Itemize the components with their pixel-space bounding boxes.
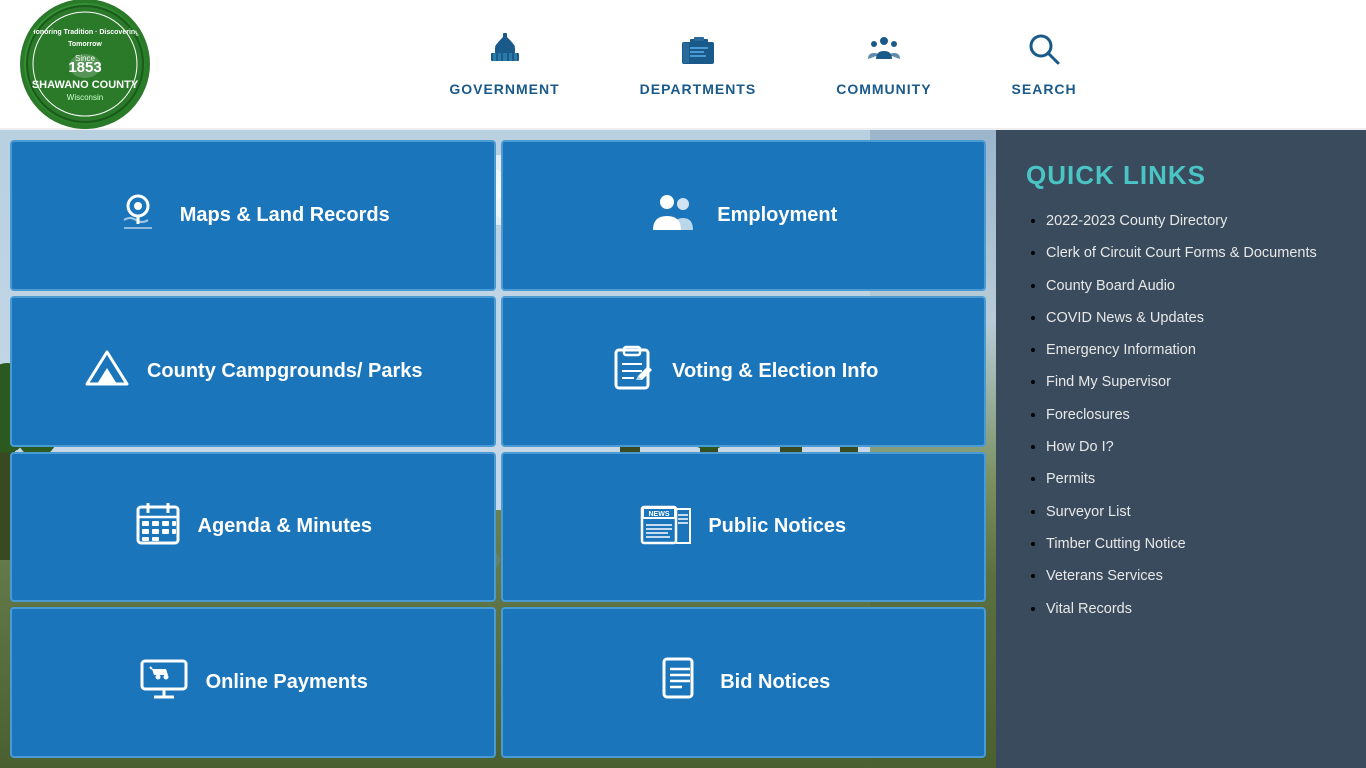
quick-link-emergency-info[interactable]: Emergency Information	[1046, 342, 1196, 358]
tile-agenda-minutes[interactable]: Agenda & Minutes	[10, 452, 496, 603]
public-notices-icon: NEWS	[640, 499, 692, 554]
quick-link-item-county-directory: 2022-2023 County Directory	[1046, 211, 1336, 231]
nav-departments[interactable]: DEPARTMENTS	[640, 31, 757, 97]
quick-link-timber-cutting[interactable]: Timber Cutting Notice	[1046, 536, 1186, 552]
tile-public-notices-label: Public Notices	[708, 514, 846, 539]
quick-links-list: 2022-2023 County Directory Clerk of Circu…	[1026, 211, 1336, 619]
online-payments-icon	[138, 655, 190, 710]
tile-voting-election-label: Voting & Election Info	[672, 359, 878, 384]
main-content: Maps & Land Records Employment	[0, 130, 1366, 768]
nav-community-label: COMMUNITY	[836, 81, 931, 97]
quick-link-clerk-forms[interactable]: Clerk of Circuit Court Forms & Documents	[1046, 245, 1317, 261]
quick-links-panel: QUICK LINKS 2022-2023 County Directory Cl…	[996, 130, 1366, 768]
header: Honoring Tradition · Discovering Tomorro…	[0, 0, 1366, 130]
tile-maps-land-records-label: Maps & Land Records	[180, 203, 390, 228]
tile-employment-label: Employment	[717, 203, 837, 228]
quick-link-item-clerk-forms: Clerk of Circuit Court Forms & Documents	[1046, 243, 1336, 263]
agenda-icon	[134, 499, 182, 554]
quick-link-permits[interactable]: Permits	[1046, 471, 1095, 487]
departments-icon	[680, 31, 716, 75]
quick-link-vital-records[interactable]: Vital Records	[1046, 601, 1132, 617]
tile-bid-notices[interactable]: Bid Notices	[501, 607, 987, 758]
quick-link-item-find-supervisor: Find My Supervisor	[1046, 372, 1336, 392]
quick-link-veterans-services[interactable]: Veterans Services	[1046, 568, 1163, 584]
quick-links-title: QUICK LINKS	[1026, 160, 1336, 191]
main-nav: GOVERNMENT DEPARTMENTS	[180, 31, 1346, 97]
bid-notices-icon	[656, 655, 704, 710]
quick-link-item-foreclosures: Foreclosures	[1046, 405, 1336, 425]
quick-link-county-board-audio[interactable]: County Board Audio	[1046, 278, 1175, 294]
tiles-grid: Maps & Land Records Employment	[0, 130, 996, 768]
nav-search-label: SEARCH	[1012, 81, 1077, 97]
tile-public-notices[interactable]: NEWS Public Notices	[501, 452, 987, 603]
nav-community[interactable]: COMMUNITY	[836, 31, 931, 97]
hero-section: Maps & Land Records Employment	[0, 130, 996, 768]
quick-link-item-surveyor-list: Surveyor List	[1046, 502, 1336, 522]
community-icon	[866, 31, 902, 75]
nav-departments-label: DEPARTMENTS	[640, 81, 757, 97]
svg-text:Wisconsin: Wisconsin	[67, 93, 103, 102]
nav-search[interactable]: SEARCH	[1012, 31, 1077, 97]
voting-icon	[608, 344, 656, 399]
quick-link-item-vital-records: Vital Records	[1046, 599, 1336, 619]
quick-link-covid-news[interactable]: COVID News & Updates	[1046, 310, 1204, 326]
svg-text:Honoring Tradition · Discoveri: Honoring Tradition · Discovering	[31, 29, 140, 36]
tile-employment[interactable]: Employment	[501, 140, 987, 291]
search-icon	[1026, 31, 1062, 75]
quick-link-county-directory[interactable]: 2022-2023 County Directory	[1046, 213, 1227, 229]
quick-link-surveyor-list[interactable]: Surveyor List	[1046, 504, 1131, 520]
quick-link-find-supervisor[interactable]: Find My Supervisor	[1046, 374, 1171, 390]
tile-county-campgrounds-label: County Campgrounds/ Parks	[147, 359, 423, 384]
svg-text:SHAWANO COUNTY: SHAWANO COUNTY	[32, 79, 139, 91]
logo-svg: Honoring Tradition · Discovering Tomorro…	[25, 4, 145, 124]
tile-online-payments-label: Online Payments	[206, 670, 368, 695]
quick-link-item-covid-news: COVID News & Updates	[1046, 308, 1336, 328]
quick-link-item-veterans-services: Veterans Services	[1046, 566, 1336, 586]
quick-link-item-how-do-i: How Do I?	[1046, 437, 1336, 457]
logo[interactable]: Honoring Tradition · Discovering Tomorro…	[20, 0, 150, 129]
campgrounds-icon	[83, 344, 131, 399]
tile-voting-election[interactable]: Voting & Election Info	[501, 296, 987, 447]
tile-county-campgrounds[interactable]: County Campgrounds/ Parks	[10, 296, 496, 447]
quick-link-foreclosures[interactable]: Foreclosures	[1046, 407, 1130, 423]
tile-agenda-minutes-label: Agenda & Minutes	[198, 514, 372, 539]
quick-link-item-county-board-audio: County Board Audio	[1046, 276, 1336, 296]
nav-government-label: GOVERNMENT	[449, 81, 559, 97]
tile-bid-notices-label: Bid Notices	[720, 670, 830, 695]
svg-text:NEWS: NEWS	[649, 511, 670, 518]
quick-link-how-do-i[interactable]: How Do I?	[1046, 439, 1114, 455]
government-icon	[487, 31, 523, 75]
tile-maps-land-records[interactable]: Maps & Land Records	[10, 140, 496, 291]
employment-icon	[649, 188, 701, 243]
quick-link-item-permits: Permits	[1046, 469, 1336, 489]
maps-icon	[116, 188, 164, 243]
logo-area: Honoring Tradition · Discovering Tomorro…	[20, 0, 180, 129]
svg-text:Tomorrow: Tomorrow	[68, 41, 102, 48]
quick-link-item-emergency-info: Emergency Information	[1046, 340, 1336, 360]
quick-link-item-timber-cutting: Timber Cutting Notice	[1046, 534, 1336, 554]
tile-online-payments[interactable]: Online Payments	[10, 607, 496, 758]
nav-government[interactable]: GOVERNMENT	[449, 31, 559, 97]
